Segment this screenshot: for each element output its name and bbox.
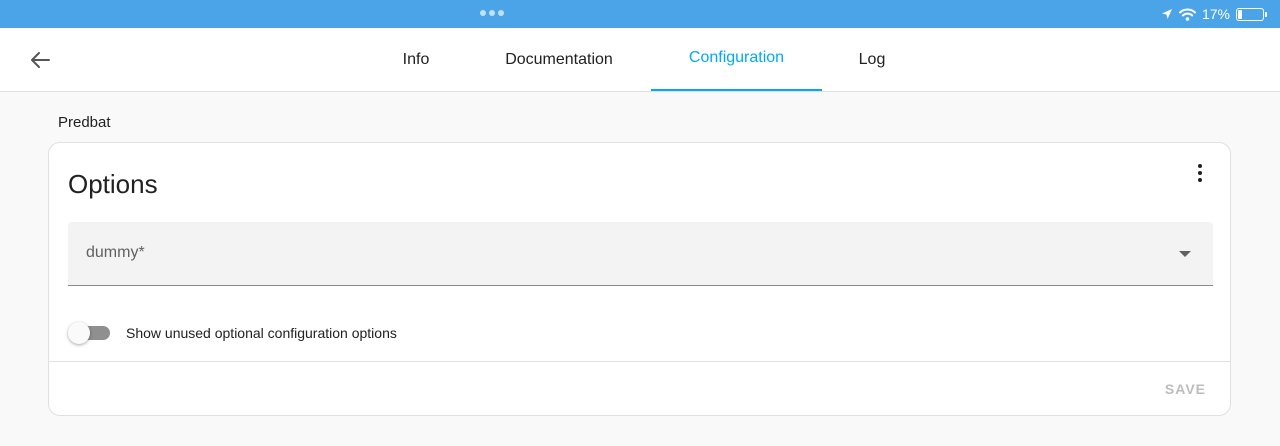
kebab-dot <box>1198 178 1202 182</box>
card-divider <box>49 361 1230 362</box>
options-card: Options dummy* Show unused optional conf… <box>48 142 1231 416</box>
save-button[interactable]: SAVE <box>1165 381 1206 397</box>
dot <box>480 10 486 16</box>
show-unused-options-toggle[interactable] <box>68 322 110 344</box>
kebab-dot <box>1198 171 1202 175</box>
toggle-label: Show unused optional configuration optio… <box>126 325 397 341</box>
tab-bar: Info Documentation Configuration Log <box>0 28 1280 92</box>
addon-name: Predbat <box>58 114 111 131</box>
tab-configuration[interactable]: Configuration <box>651 26 822 90</box>
tab-documentation[interactable]: Documentation <box>484 28 634 92</box>
multitask-dots[interactable] <box>480 10 504 16</box>
kebab-dot <box>1198 164 1202 168</box>
show-unused-options-toggle-row[interactable]: Show unused optional configuration optio… <box>68 322 397 344</box>
battery-level-fill <box>1238 9 1243 19</box>
battery-percent: 17% <box>1201 6 1230 22</box>
dropdown-arrow-icon <box>1179 251 1191 257</box>
dummy-select[interactable]: dummy* <box>68 222 1213 286</box>
dot <box>489 10 495 16</box>
card-title: Options <box>68 169 158 199</box>
active-tab-indicator <box>651 89 822 91</box>
wifi-icon <box>1178 8 1196 21</box>
more-vertical-icon[interactable] <box>1188 161 1212 185</box>
tab-info[interactable]: Info <box>386 28 446 92</box>
arrow-left-icon <box>31 52 50 68</box>
location-arrow-icon <box>1161 9 1172 19</box>
select-label: dummy* <box>86 244 145 261</box>
tab-log[interactable]: Log <box>842 28 902 92</box>
status-indicators: 17% <box>1161 6 1267 22</box>
battery-icon <box>1236 7 1267 21</box>
dot <box>498 10 504 16</box>
toggle-knob <box>68 322 90 344</box>
back-button[interactable] <box>24 46 56 74</box>
system-status-bar: 17% <box>0 0 1280 28</box>
